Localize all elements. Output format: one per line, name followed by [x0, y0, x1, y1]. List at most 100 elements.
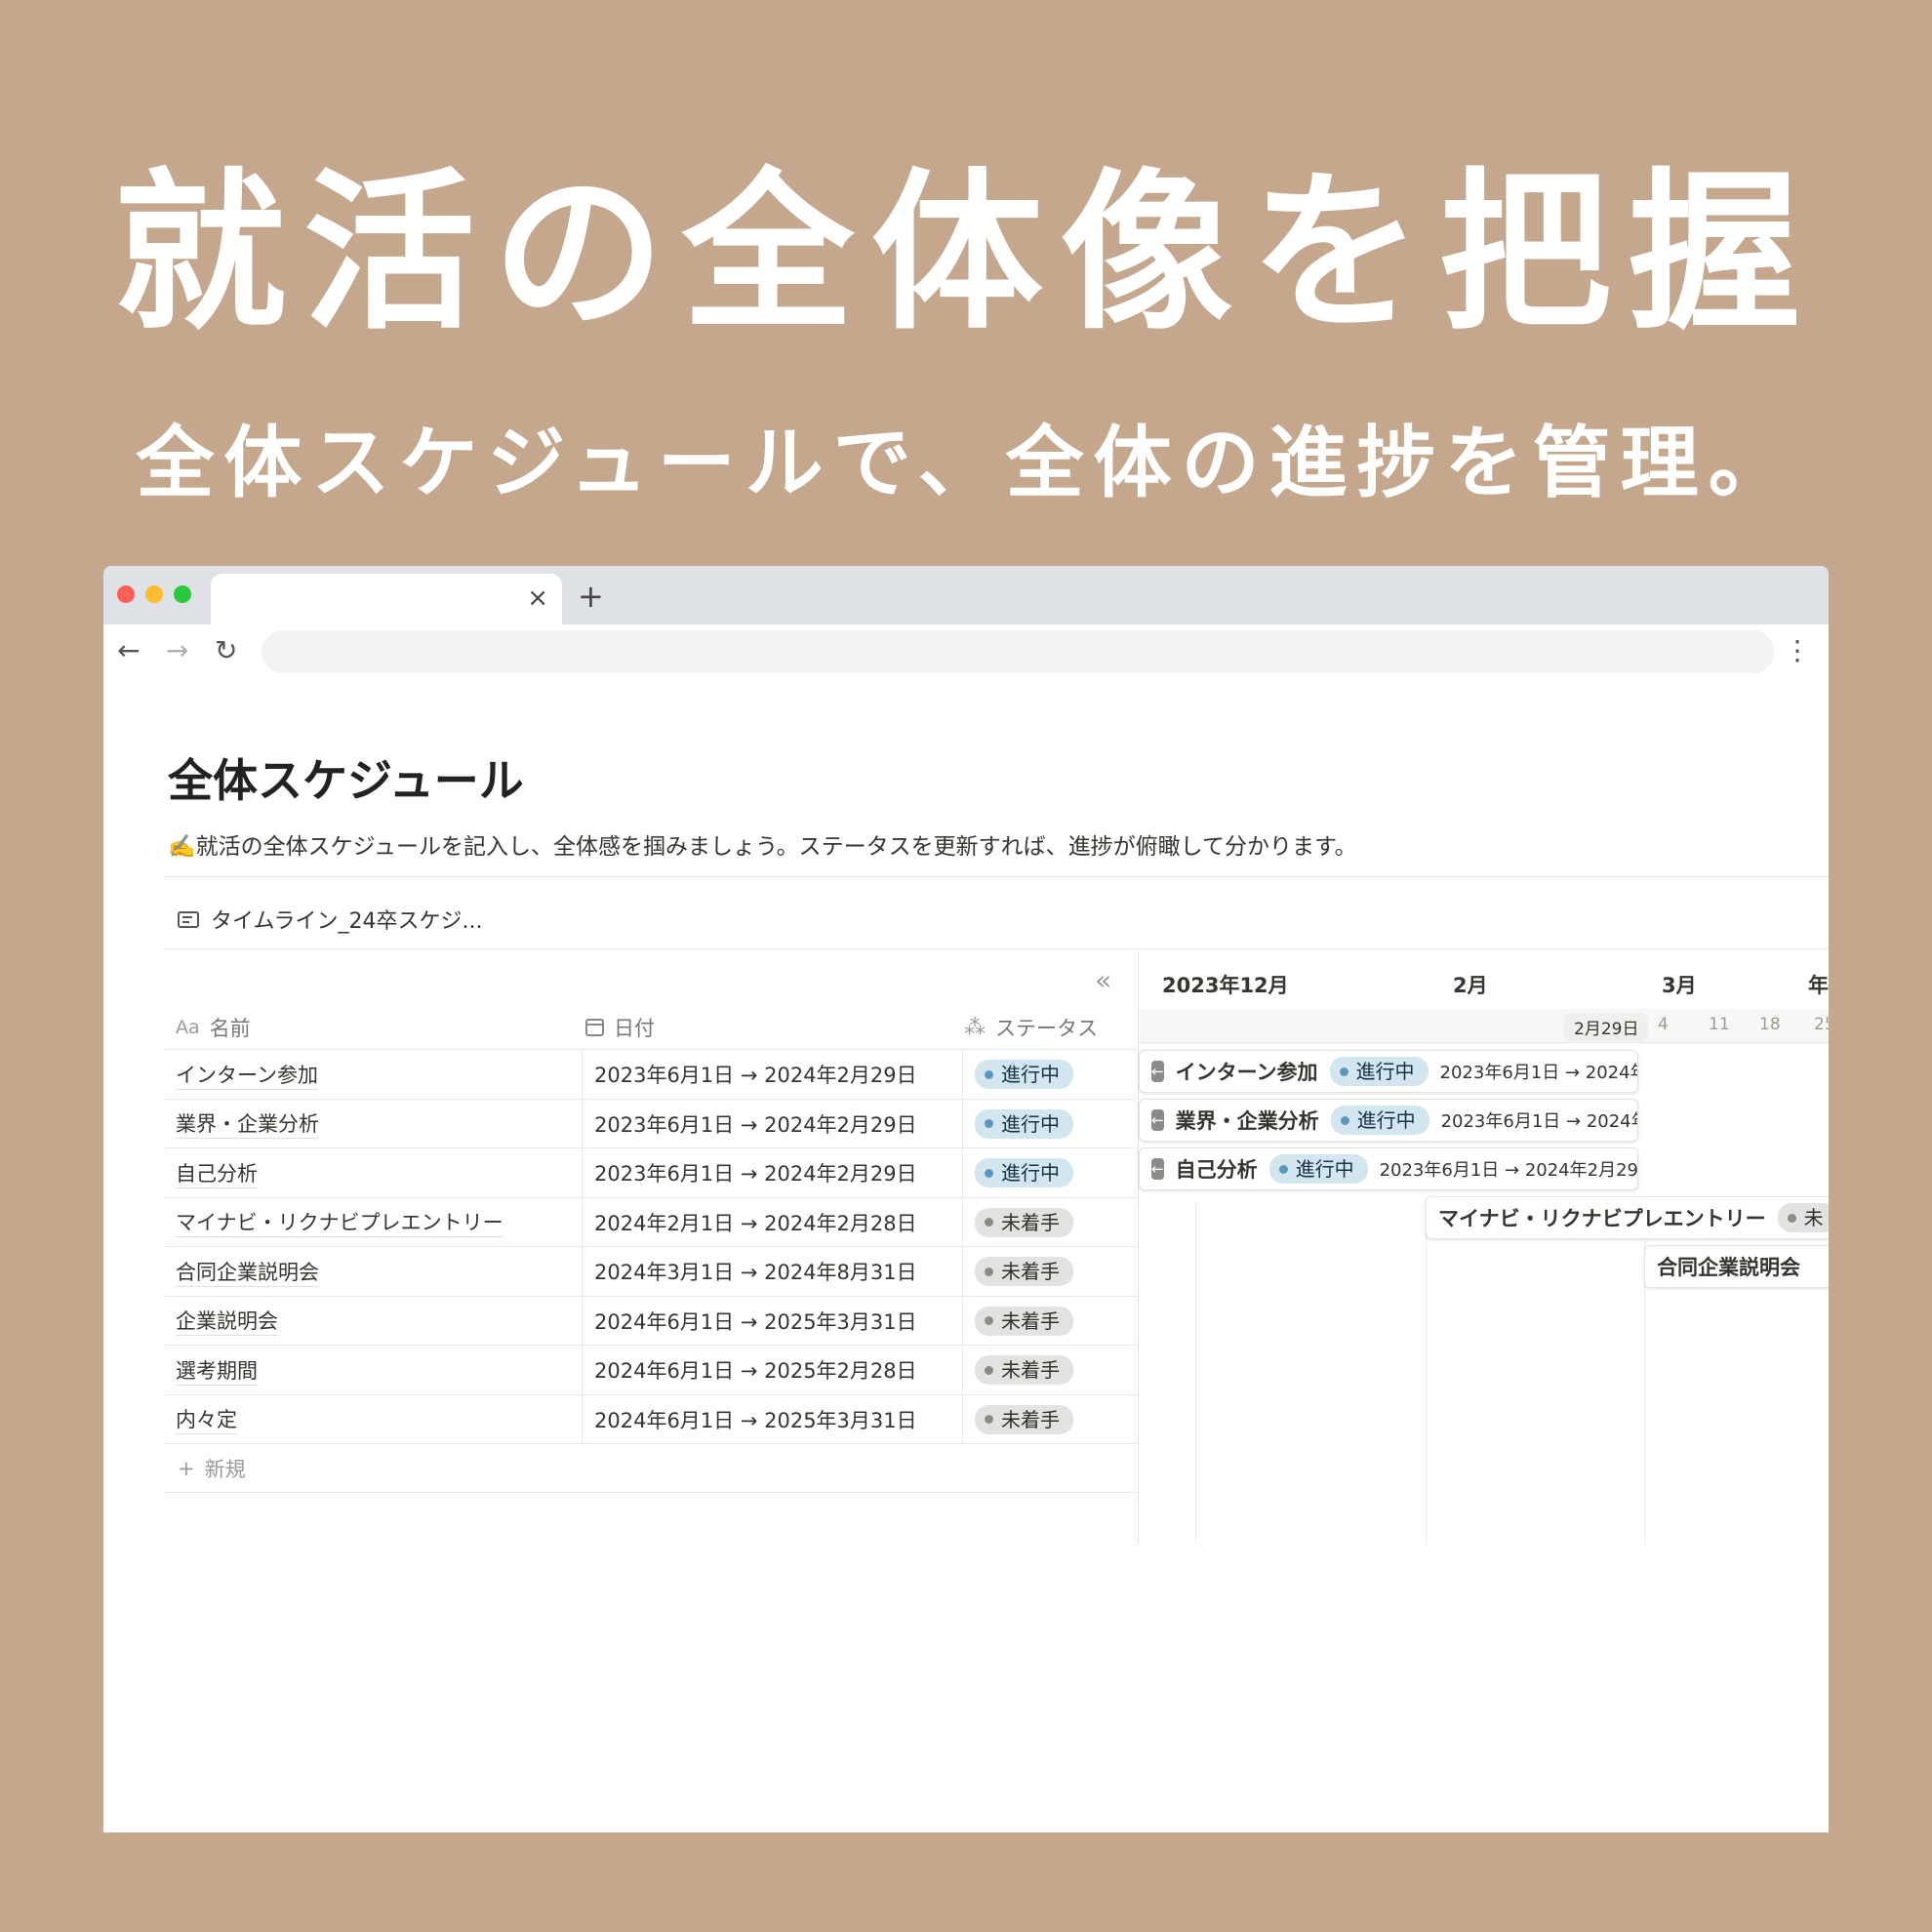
column-header-label: 日付	[614, 1017, 655, 1040]
row-date-cell[interactable]: 2024年2月1日 → 2024年2月28日	[582, 1197, 962, 1247]
timeline-tick-label: 11	[1709, 1015, 1730, 1034]
row-status-cell[interactable]: 未着手	[962, 1247, 1138, 1296]
column-header-date[interactable]: 日付	[585, 1005, 655, 1050]
arrow-left-icon: ←	[1151, 1061, 1164, 1082]
row-name-cell[interactable]: インターン参加	[176, 1050, 582, 1099]
table-row[interactable]: 企業説明会 2024年6月1日 → 2025年3月31日 未着手	[164, 1296, 1138, 1346]
row-name: インターン参加	[176, 1060, 318, 1090]
browser-tab[interactable]: ×	[211, 574, 562, 624]
timeline-tick-label: 4	[1658, 1015, 1669, 1034]
status-badge: 進行中	[975, 1158, 1073, 1187]
row-status-cell[interactable]: 未着手	[962, 1296, 1138, 1346]
view-tab-label: タイムライン_24卒スケジ...	[211, 909, 483, 934]
forward-arrow-icon[interactable]: →	[166, 634, 188, 666]
new-tab-icon[interactable]: +	[578, 578, 604, 615]
status-label: 未着手	[1001, 1407, 1060, 1431]
column-header-status[interactable]: ⁂ ステータス	[964, 1005, 1098, 1050]
bar-name: 自己分析	[1175, 1158, 1258, 1182]
status-label: 進行中	[1001, 1161, 1060, 1185]
table-row[interactable]: 選考期間 2024年6月1日 → 2025年2月28日 未着手	[164, 1346, 1138, 1395]
table-row[interactable]: インターン参加 2023年6月1日 → 2024年2月29日 進行中	[164, 1050, 1138, 1100]
row-name-cell[interactable]: 企業説明会	[176, 1297, 582, 1346]
window-maximize-dot[interactable]	[174, 585, 191, 603]
status-dot	[985, 1218, 993, 1227]
row-date-cell[interactable]: 2023年6月1日 → 2024年2月29日	[582, 1099, 962, 1148]
row-name-cell[interactable]: 業界・企業分析	[176, 1100, 582, 1148]
status-badge: 進行中	[975, 1060, 1073, 1089]
row-name-cell[interactable]: マイナビ・リクナビプレエントリー	[176, 1198, 582, 1247]
row-date-cell[interactable]: 2023年6月1日 → 2024年2月29日	[582, 1148, 962, 1197]
back-arrow-icon[interactable]: ←	[117, 634, 140, 666]
timeline-bar[interactable]: ← インターン参加 進行中 2023年6月1日 → 2024年2月29日	[1139, 1050, 1638, 1093]
row-date-cell[interactable]: 2024年6月1日 → 2025年3月31日	[582, 1296, 962, 1346]
column-header-name[interactable]: Aa 名前	[176, 1005, 251, 1050]
row-name-cell[interactable]: 選考期間	[176, 1346, 582, 1394]
plus-icon: +	[178, 1456, 195, 1480]
timeline-bar[interactable]: 合同企業説明会	[1644, 1245, 1829, 1288]
bar-name: マイナビ・リクナビプレエントリー	[1438, 1207, 1766, 1230]
row-name-cell[interactable]: 自己分析	[176, 1148, 582, 1197]
row-name-cell[interactable]: 合同企業説明会	[176, 1247, 582, 1296]
window-minimize-dot[interactable]	[145, 585, 163, 603]
close-tab-icon[interactable]: ×	[527, 584, 548, 613]
table-row[interactable]: 合同企業説明会 2024年3月1日 → 2024年8月31日 未着手	[164, 1247, 1138, 1297]
status-label: 未着手	[1001, 1308, 1060, 1333]
text-property-icon: Aa	[176, 1017, 200, 1038]
status-badge: 進行中	[1329, 1057, 1429, 1086]
hero-headline: 就活の全体像を把握	[113, 153, 1818, 353]
row-status-cell[interactable]: 未着手	[962, 1197, 1138, 1247]
row-status-cell[interactable]: 進行中	[962, 1050, 1138, 1099]
column-header-label: 名前	[209, 1017, 251, 1040]
timeline-header-line	[1139, 1042, 1829, 1043]
row-name: 業界・企業分析	[176, 1108, 319, 1139]
row-status-cell[interactable]: 未着手	[962, 1394, 1138, 1444]
page-title: 全体スケジュール	[168, 754, 524, 807]
row-date-cell[interactable]: 2024年6月1日 → 2025年2月28日	[582, 1346, 962, 1394]
row-status-cell[interactable]: 進行中	[962, 1099, 1138, 1148]
timeline-bar[interactable]: マイナビ・リクナビプレエントリー 未	[1426, 1196, 1829, 1239]
calendar-icon	[585, 1019, 604, 1036]
timeline-view-icon	[178, 910, 199, 928]
row-date: 2023年6月1日 → 2024年2月29日	[594, 1162, 917, 1186]
arrow-left-icon: ←	[1151, 1158, 1164, 1180]
timeline-bar[interactable]: ← 自己分析 進行中 2023年6月1日 → 2024年2月29日	[1139, 1147, 1638, 1190]
row-name: 合同企業説明会	[176, 1257, 319, 1287]
table-row[interactable]: 業界・企業分析 2023年6月1日 → 2024年2月29日 進行中	[164, 1099, 1138, 1148]
bar-name: インターン参加	[1175, 1061, 1318, 1084]
status-badge: 未着手	[975, 1207, 1073, 1237]
column-header-label: ステータス	[995, 1017, 1098, 1040]
row-date-cell[interactable]: 2024年6月1日 → 2025年3月31日	[582, 1394, 962, 1444]
bar-name: 業界・企業分析	[1175, 1109, 1319, 1133]
timeline-gridline	[1426, 1202, 1427, 1544]
timeline-bar[interactable]: ← 業界・企業分析 進行中 2023年6月1日 → 2024年2月29日	[1139, 1099, 1638, 1142]
table-row[interactable]: マイナビ・リクナビプレエントリー 2024年2月1日 → 2024年2月28日 未着…	[164, 1197, 1138, 1247]
row-date: 2024年6月1日 → 2025年2月28日	[594, 1359, 917, 1383]
window-close-dot[interactable]	[117, 585, 135, 603]
browser-menu-icon[interactable]: ⋮	[1784, 634, 1811, 666]
row-date: 2024年6月1日 → 2025年3月31日	[594, 1408, 917, 1432]
row-status-cell[interactable]: 未着手	[962, 1346, 1138, 1394]
status-icon: ⁂	[964, 1015, 986, 1040]
row-date-cell[interactable]: 2024年3月1日 → 2024年8月31日	[582, 1247, 962, 1296]
schedule-table: Aa 名前 日付 ⁂ ステータス インターン参加 2023年6月1日 → 2024…	[164, 1005, 1138, 1493]
status-badge: 未	[1777, 1203, 1829, 1232]
row-date-cell[interactable]: 2023年6月1日 → 2024年2月29日	[582, 1050, 962, 1099]
view-tab-timeline[interactable]: タイムライン_24卒スケジ...	[178, 904, 482, 935]
table-row[interactable]: 自己分析 2023年6月1日 → 2024年2月29日 進行中	[164, 1148, 1138, 1198]
row-name: 内々定	[176, 1404, 237, 1434]
collapse-table-icon[interactable]: «	[1095, 964, 1111, 996]
row-status-cell[interactable]: 進行中	[962, 1148, 1138, 1197]
table-row[interactable]: 内々定 2024年6月1日 → 2025年3月31日 未着手	[164, 1394, 1138, 1444]
row-name: 選考期間	[176, 1355, 258, 1386]
status-label: 進行中	[1001, 1063, 1060, 1086]
page-description: ✍️就活の全体スケジュールを記入し、全体感を掴みましょう。ステータスを更新すれば…	[168, 834, 1357, 860]
address-bar[interactable]	[262, 630, 1774, 673]
bar-date: 2023年6月1日 → 2024年2月29日	[1379, 1160, 1638, 1181]
reload-icon[interactable]: ↻	[215, 634, 237, 666]
add-new-row-button[interactable]: + 新規	[164, 1444, 1138, 1493]
row-name-cell[interactable]: 内々定	[176, 1395, 582, 1444]
status-dot	[985, 1267, 993, 1276]
hero-subheadline: 全体スケジュールで、全体の進捗を管理。	[136, 418, 1796, 508]
row-name: 企業説明会	[176, 1306, 278, 1336]
timeline-panel: 2023年12月 2月 3月 年 2月29日 4 11 18 25 ← インター…	[1138, 948, 1829, 1544]
